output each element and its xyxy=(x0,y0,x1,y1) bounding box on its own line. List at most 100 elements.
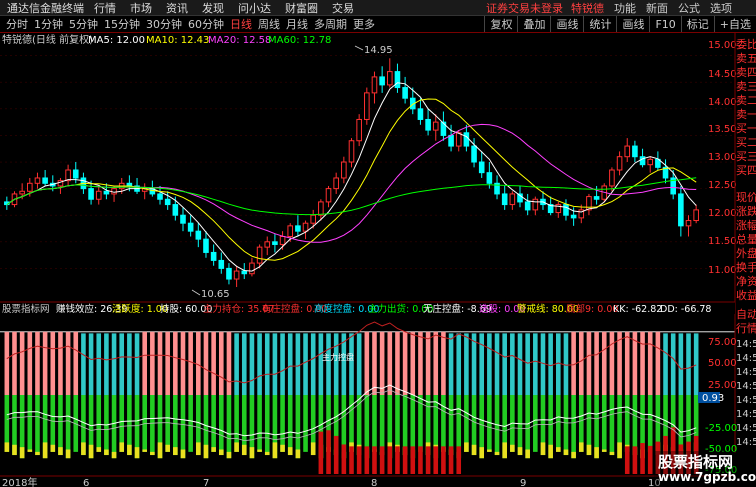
menu-jiaoyi[interactable]: 交易 xyxy=(332,0,354,15)
indicator-bar-green xyxy=(632,395,638,456)
indicator-bar-red xyxy=(640,443,645,474)
candle-body xyxy=(478,161,485,174)
period-more[interactable]: 更多 xyxy=(353,16,375,32)
candle-body xyxy=(302,222,309,232)
indicator-bar-upper xyxy=(165,331,170,395)
indicator-bar-upper xyxy=(264,333,270,395)
side-label: 总量 xyxy=(736,232,756,246)
candle-body xyxy=(609,169,615,187)
toolbar-diejia-button[interactable]: 叠加 xyxy=(517,16,550,32)
indicator-bar-upper xyxy=(609,331,615,395)
side-label: 卖五 xyxy=(736,52,756,65)
menu-xuanxiang[interactable]: 选项 xyxy=(710,0,732,15)
menu-xinmian[interactable]: 新面 xyxy=(646,0,668,15)
tick-time: 14:5 xyxy=(736,437,756,448)
current-stock: 特锐德 xyxy=(571,1,604,15)
period-1min[interactable]: 1分钟 xyxy=(34,16,63,32)
candle-body xyxy=(524,201,531,211)
period-daily[interactable]: 日线 xyxy=(230,16,252,32)
watermark-title: 股票指标网 xyxy=(658,453,734,471)
indicator-bar-green xyxy=(173,395,178,456)
indicator-bar-yellow xyxy=(19,447,25,459)
indicator-bar-red xyxy=(364,446,370,474)
indicator-bar-upper xyxy=(35,331,40,395)
toolbar-fuquan-button[interactable]: 复权 xyxy=(484,16,517,32)
period-15min[interactable]: 15分钟 xyxy=(104,16,140,32)
indicator-bar-yellow xyxy=(540,442,546,456)
indicator-bar-upper xyxy=(96,333,102,395)
period-multi[interactable]: 多周期 xyxy=(314,16,347,32)
menu-wenxiaoda[interactable]: 问小达 xyxy=(238,0,271,15)
indicator-bar-yellow xyxy=(571,451,576,459)
indicator-bar-upper xyxy=(272,333,278,395)
indicator-bar-yellow xyxy=(249,447,255,459)
menu-zixun[interactable]: 资讯 xyxy=(166,0,188,15)
main-chart-title: 特锐德(日线 前复权) xyxy=(2,33,93,46)
indicator-bar-green xyxy=(180,395,186,459)
indicator-bar-upper xyxy=(12,331,17,395)
indicator-bar-yellow xyxy=(111,451,117,459)
period-5min[interactable]: 5分钟 xyxy=(69,16,98,32)
indicator-bar-green xyxy=(58,395,63,456)
period-weekly[interactable]: 周线 xyxy=(258,16,280,32)
toolbar-zixuan-button[interactable]: +自选 xyxy=(713,16,756,32)
candle-body xyxy=(356,118,362,142)
menu-caifuquan[interactable]: 财富圈 xyxy=(285,0,318,15)
candle-body xyxy=(364,92,370,120)
indicator-bar-green xyxy=(150,395,155,456)
side-label: 卖三 xyxy=(736,80,756,93)
indicator-bar-yellow xyxy=(287,447,293,456)
indicator-bar-upper xyxy=(441,331,446,395)
toolbar-biaoji-button[interactable]: 标记 xyxy=(680,16,714,32)
indicator-bar-yellow xyxy=(471,444,477,456)
indicator-bar-upper xyxy=(203,331,209,395)
candle-body xyxy=(310,214,317,224)
price-tick: 12.00 xyxy=(708,208,737,219)
period-monthly[interactable]: 月线 xyxy=(286,16,308,32)
menu-gongshi[interactable]: 公式 xyxy=(678,0,700,15)
indicator-bar-yellow xyxy=(487,449,492,452)
indicator-bar-yellow xyxy=(310,442,316,456)
date-tick: 2018年 xyxy=(2,476,37,487)
period-60min[interactable]: 60分钟 xyxy=(188,16,224,32)
tick-time: 14:5 xyxy=(736,395,756,406)
indicator-bar-red xyxy=(433,446,439,474)
app-name: 通达信金融终端 xyxy=(7,1,84,15)
candle-body xyxy=(501,193,508,206)
indicator-bar-red xyxy=(356,446,362,474)
candle-body xyxy=(241,270,248,275)
toolbar-huaxian-button[interactable]: 画线 xyxy=(550,16,583,32)
indicator-bar-green xyxy=(441,395,446,452)
login-notice[interactable]: 证券交易未登录 xyxy=(486,0,563,15)
period-fenshi[interactable]: 分时 xyxy=(6,16,28,32)
indicator-value: DD: -66.78 xyxy=(660,304,711,315)
tick-time: 14:5 xyxy=(736,353,756,364)
side-label[interactable]: 自动 xyxy=(736,308,756,321)
stock-chart[interactable]: 特锐德(日线 前复权) MA5: 12.00 MA10: 12.43 MA20:… xyxy=(0,33,756,487)
toolbar-draw-button[interactable]: 画线 xyxy=(616,16,649,32)
indicator-bar-green xyxy=(563,395,569,456)
indicator-bar-yellow xyxy=(203,444,209,459)
date-tick: 7 xyxy=(203,478,209,487)
menu-gongneng[interactable]: 功能 xyxy=(614,0,636,15)
menu-shichang[interactable]: 市场 xyxy=(130,0,152,15)
indicator-tick: 25.00 xyxy=(708,380,737,391)
indicator-bar-upper xyxy=(326,333,331,395)
period-30min[interactable]: 30分钟 xyxy=(146,16,182,32)
indicator-bar-yellow xyxy=(272,442,278,459)
indicator-name[interactable]: 股票指标网 xyxy=(2,303,50,315)
menu-faxian[interactable]: 发现 xyxy=(202,0,224,15)
side-label[interactable]: 行情 xyxy=(736,322,756,335)
candle-body xyxy=(157,193,163,200)
indicator-bar-upper xyxy=(548,333,553,395)
menu-hangqing[interactable]: 行情 xyxy=(94,0,116,15)
toolbar-tongji-button[interactable]: 统计 xyxy=(583,16,616,32)
indicator-bar-red xyxy=(425,446,431,474)
candle-body xyxy=(233,270,240,280)
candle-body xyxy=(88,188,94,200)
indicator-bar-upper xyxy=(471,333,477,395)
indicator-bar-yellow xyxy=(12,444,17,456)
indicator-bar-upper xyxy=(379,331,385,395)
toolbar-f10-button[interactable]: F10 xyxy=(649,16,680,32)
indicator-bar-yellow xyxy=(157,442,163,459)
